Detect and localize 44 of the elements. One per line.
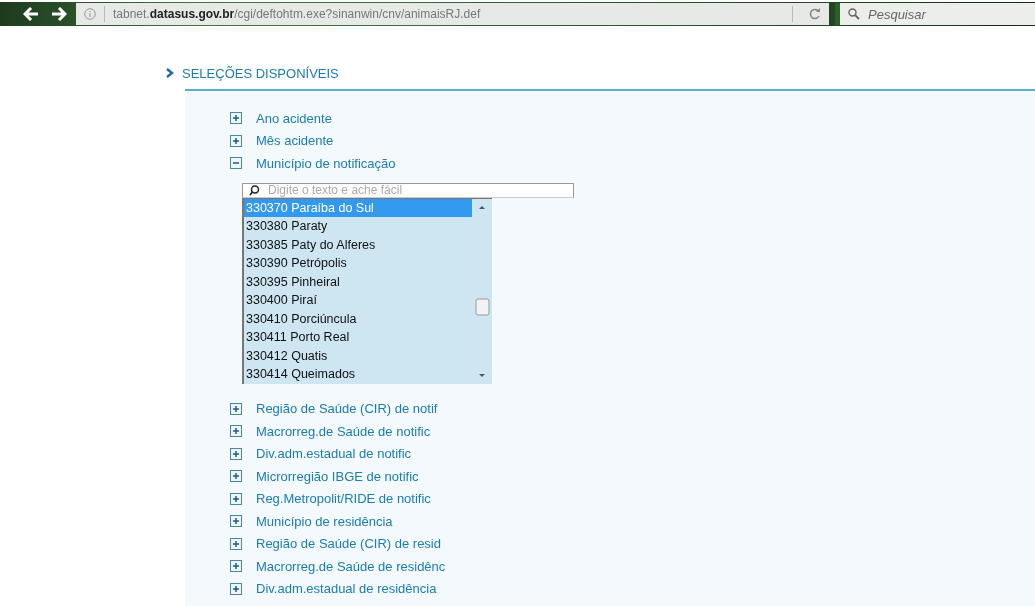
list-option[interactable]: 330411 Porto Real: [244, 328, 472, 347]
expand-icon[interactable]: [230, 134, 242, 147]
selection-item[interactable]: Macrorreg.de Saúde de notific: [256, 423, 431, 439]
chevron-icon: [166, 68, 174, 78]
selection-item[interactable]: Ano acidente: [256, 110, 332, 126]
list-option[interactable]: 330400 Piraí: [244, 291, 472, 310]
reload-icon[interactable]: [809, 8, 821, 20]
list-option[interactable]: 330414 Queimados: [244, 365, 472, 384]
list-option[interactable]: 330390 Petrópolis: [244, 254, 472, 273]
list-option[interactable]: 330410 Porciúncula: [244, 309, 472, 328]
list-option[interactable]: 330380 Paraty: [244, 217, 472, 236]
expand-icon[interactable]: [230, 560, 242, 573]
selection-item[interactable]: Div.adm.estadual de residência: [256, 581, 437, 597]
selection-item[interactable]: Município de notificação: [256, 155, 396, 171]
search-icon: [848, 8, 860, 20]
selection-item[interactable]: Região de Saúde (CIR) de notif: [256, 401, 438, 417]
selection-item[interactable]: Região de Saúde (CIR) de resid: [256, 536, 441, 552]
filter-field[interactable]: Digite o texto e ache fácil: [268, 183, 558, 197]
collapse-icon[interactable]: [230, 157, 242, 170]
expand-icon[interactable]: [230, 425, 242, 438]
filter-box[interactable]: Digite o texto e ache fácil: [242, 182, 574, 198]
expand-icon[interactable]: [230, 515, 242, 528]
selection-item[interactable]: Município de residência: [256, 513, 393, 529]
option-list[interactable]: 330370 Paraíba do Sul 330380 Paraty 330385 Paty do Alferes 330390 Petrópolis 330395 Pinheiral 330400 Piraí 330410 Porciúncula 330411 Porto Real 330412 Quatis 330414 Queimados: [242, 197, 492, 384]
expand-icon[interactable]: [230, 447, 242, 460]
search-box[interactable]: Pesquisar: [835, 3, 1035, 25]
search-icon: [249, 184, 260, 196]
list-option[interactable]: 330412 Quatis: [244, 346, 472, 365]
list-option[interactable]: 330395 Pinheiral: [244, 272, 472, 291]
selection-item[interactable]: Microrregião IBGE de notific: [256, 468, 419, 484]
list-option[interactable]: 330370 Paraíba do Sul: [244, 198, 472, 217]
selection-item[interactable]: Macrorreg.de Saúde de residênc: [256, 558, 446, 574]
expand-icon[interactable]: [230, 470, 242, 483]
section-title: SELEÇÕES DISPONÍVEIS: [182, 65, 339, 81]
expand-icon[interactable]: [230, 402, 242, 415]
expand-icon[interactable]: [230, 492, 242, 505]
selection-item[interactable]: Reg.Metropolit/RIDE de notific: [256, 491, 431, 507]
selection-item[interactable]: Mês acidente: [256, 133, 334, 149]
expand-icon[interactable]: [230, 112, 242, 125]
expand-icon[interactable]: [230, 537, 242, 550]
search-field[interactable]: Pesquisar: [866, 5, 1020, 23]
expand-icon[interactable]: [230, 582, 242, 595]
list-option[interactable]: 330385 Paty do Alferes: [244, 235, 472, 254]
selection-item[interactable]: Div.adm.estadual de notific: [256, 446, 412, 462]
